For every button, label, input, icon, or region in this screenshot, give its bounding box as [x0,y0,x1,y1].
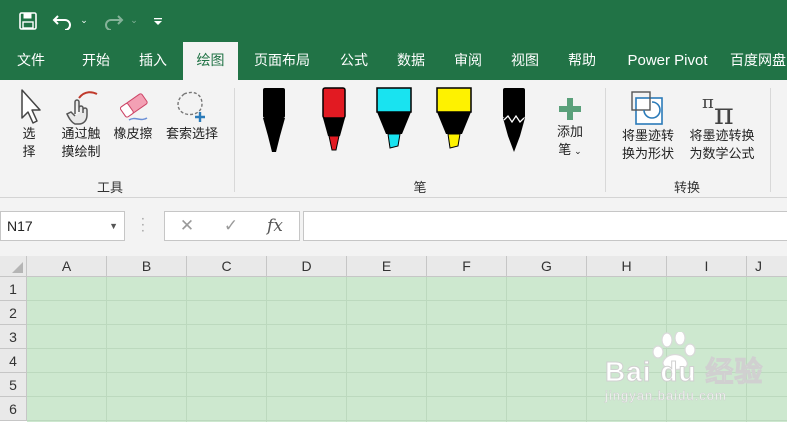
touch-label-1: 通过触 [61,127,101,142]
splitter-handle[interactable]: · · · [141,213,145,237]
chevron-down-icon[interactable]: ▼ [109,212,118,240]
lasso-icon [177,91,205,122]
column-header-a[interactable]: A [27,256,107,277]
tab-review[interactable]: 审阅 [443,42,493,80]
eraser-button[interactable]: 橡皮擦 [108,88,158,144]
enter-icon[interactable]: ✓ [211,212,251,240]
formula-input[interactable] [303,211,787,241]
column-header-f[interactable]: F [427,256,507,277]
watermark-url: jingyan.baidu.com [605,388,727,404]
group-divider [770,88,771,192]
touch-label-2: 摸绘制 [61,145,101,160]
convert-group-label: 转换 [673,181,700,196]
column-header-d[interactable]: D [267,256,347,277]
touch-draw-icon [65,91,98,125]
undo-icon[interactable] [50,9,76,33]
highlighter-yellow-icon[interactable] [434,86,474,158]
customize-qat-icon[interactable] [150,9,166,33]
ink-to-shape-label-2: 换为形状 [621,147,674,162]
row-header-2[interactable]: 2 [0,301,27,325]
row-header-3[interactable]: 3 [0,325,27,349]
ink-to-shape-label-1: 将墨迹转 [621,129,674,144]
svg-text:π: π [714,97,734,128]
pen-red-icon[interactable] [314,86,354,158]
svg-text:π: π [702,92,714,113]
column-header-c[interactable]: C [187,256,267,277]
tab-draw[interactable]: 绘图 [183,42,238,80]
group-divider [234,88,235,192]
tab-help[interactable]: 帮助 [557,42,607,80]
row-header-4[interactable]: 4 [0,349,27,373]
pencil-black-icon[interactable] [494,86,534,158]
add-pen-label-2: 笔 ⌄ [558,143,582,158]
pen-black-icon[interactable] [254,86,294,158]
add-pen-button[interactable]: 添加 笔 ⌄ [548,94,592,161]
column-header-h[interactable]: H [587,256,667,277]
watermark: Bai du 经验 jingyan.baidu.com [604,330,780,410]
lasso-select-button[interactable]: 套索选择 [160,88,224,144]
tab-view[interactable]: 视图 [500,42,550,80]
redo-icon[interactable] [100,9,126,33]
column-header-i[interactable]: I [667,256,747,277]
ribbon-draw: 选 择 通过触 摸绘制 橡皮擦 套索选择 工具 添加 笔 ⌄ 笔 将墨迹转 换为… [0,80,787,198]
formula-buttons: ✕ ✓ fx [164,211,300,241]
ink-to-shape-button[interactable]: 将墨迹转 换为形状 [613,88,683,164]
tab-power-pivot[interactable]: Power Pivot [615,42,720,80]
plus-icon [559,98,581,120]
select-label-1: 选 [22,127,36,142]
column-header-g[interactable]: G [507,256,587,277]
column-header-j[interactable]: J [747,256,787,277]
ribbon-tabs: 文件 开始 插入 绘图 页面布局 公式 数据 审阅 视图 帮助 Power Pi… [0,42,787,80]
tab-data[interactable]: 数据 [386,42,436,80]
tab-file[interactable]: 文件 [0,42,62,80]
ink-to-math-label-1: 将墨迹转换 [689,129,755,144]
column-header-e[interactable]: E [347,256,427,277]
formula-bar: N17 ▼ · · · ✕ ✓ fx [0,198,787,256]
watermark-brand: Bai du 经验 [604,356,764,388]
undo-dropdown-icon[interactable]: ⌄ [78,9,90,33]
pens-group-label: 笔 [413,181,427,196]
tab-formulas[interactable]: 公式 [329,42,379,80]
ink-to-shape-icon [631,91,663,125]
select-button[interactable]: 选 择 [10,88,48,162]
insert-function-icon[interactable]: fx [255,212,295,240]
column-header-b[interactable]: B [107,256,187,277]
draw-with-touch-button[interactable]: 通过触 摸绘制 [54,88,108,162]
add-pen-label-1: 添加 [556,125,583,140]
cursor-icon [21,89,41,124]
select-label-2: 择 [22,145,36,160]
name-box[interactable]: N17 ▼ [0,211,125,241]
tab-baidu-netdisk[interactable]: 百度网盘 [730,42,787,80]
ink-to-math-icon: π π [702,92,734,128]
row-header-6[interactable]: 6 [0,397,27,421]
cancel-icon[interactable]: ✕ [167,212,207,240]
redo-dropdown-icon[interactable]: ⌄ [128,9,140,33]
select-all-button[interactable] [0,256,27,277]
save-icon[interactable] [14,9,42,33]
title-bar: ⌄ ⌄ [0,0,787,42]
tab-insert[interactable]: 插入 [127,42,179,80]
tab-home[interactable]: 开始 [70,42,122,80]
row-header-1[interactable]: 1 [0,277,27,301]
ink-to-math-label-2: 为数学公式 [689,147,755,162]
ink-to-math-button[interactable]: π π 将墨迹转换 为数学公式 [683,88,761,164]
row-header-5[interactable]: 5 [0,373,27,397]
highlighter-cyan-icon[interactable] [374,86,414,158]
group-divider [605,88,606,192]
eraser-label: 橡皮擦 [113,127,153,142]
eraser-icon [120,93,148,121]
tools-group-label: 工具 [96,181,123,196]
tab-page-layout[interactable]: 页面布局 [243,42,321,80]
lasso-label: 套索选择 [165,127,218,142]
